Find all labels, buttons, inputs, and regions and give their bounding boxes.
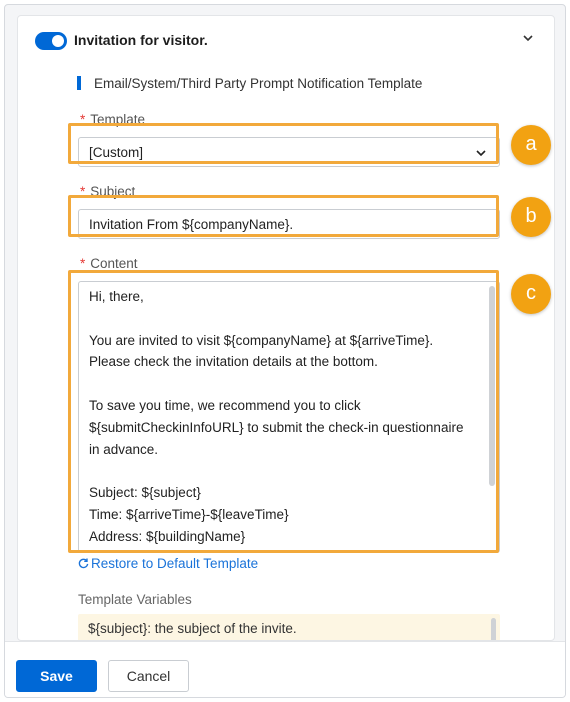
variables-scrollbar[interactable] — [491, 618, 496, 640]
template-select[interactable]: [Custom] — [78, 137, 500, 167]
footer-bar: Save Cancel — [5, 641, 565, 697]
callout-badge-b: b — [511, 197, 551, 237]
content-line: Please check the invitation details at t… — [89, 354, 378, 370]
template-variables-box: ${subject}: the subject of the invite. — [78, 614, 500, 640]
content-line: You are invited to visit ${companyName} … — [89, 332, 434, 348]
callout-badge-c: c — [511, 274, 551, 314]
content-label: * Content — [80, 256, 138, 271]
content-text: Hi, there, You are invited to visit ${com… — [89, 286, 477, 548]
content-line: ${submitCheckinInfoURL} to submit the ch… — [89, 419, 464, 435]
section-accent-bar — [77, 76, 81, 90]
content-line — [89, 373, 477, 395]
enable-toggle[interactable] — [35, 32, 67, 50]
restore-default-link[interactable]: Restore to Default Template — [78, 556, 258, 571]
dialog-frame: Invitation for visitor. Email/System/Thi… — [4, 4, 566, 698]
section-title: Email/System/Third Party Prompt Notifica… — [94, 76, 423, 91]
content-line: Address: ${buildingName} — [89, 528, 246, 544]
required-marker: * — [80, 256, 86, 271]
toggle-knob — [52, 35, 64, 47]
invitation-panel: Invitation for visitor. Email/System/Thi… — [17, 15, 555, 641]
callout-badge-a: a — [511, 125, 551, 165]
refresh-icon — [78, 558, 89, 569]
content-line: in advance. — [89, 441, 159, 457]
panel-title: Invitation for visitor. — [74, 32, 208, 48]
save-button[interactable]: Save — [16, 660, 97, 692]
content-line: Time: ${arriveTime}-${leaveTime} — [89, 506, 289, 522]
content-line: Hi, there, — [89, 289, 144, 304]
subject-label: * Subject — [80, 184, 136, 199]
content-line: Subject: ${subject} — [89, 485, 201, 501]
content-textarea[interactable]: Hi, there, You are invited to visit ${com… — [78, 281, 500, 553]
content-line: To save you time, we recommend you to cl… — [89, 397, 361, 413]
template-value: [Custom] — [89, 145, 144, 160]
content-line — [89, 460, 477, 482]
cancel-button[interactable]: Cancel — [108, 660, 189, 692]
content-scrollbar[interactable] — [489, 286, 495, 486]
template-variables-label: Template Variables — [78, 592, 192, 607]
variable-item: ${subject}: the subject of the invite. — [88, 621, 297, 636]
template-label: * Template — [80, 112, 146, 127]
required-marker: * — [80, 184, 86, 199]
required-marker: * — [80, 112, 86, 127]
content-line — [89, 308, 477, 330]
subject-input[interactable]: Invitation From ${companyName}. — [78, 209, 500, 239]
chevron-down-icon[interactable] — [520, 30, 536, 46]
chevron-down-icon — [476, 150, 486, 157]
